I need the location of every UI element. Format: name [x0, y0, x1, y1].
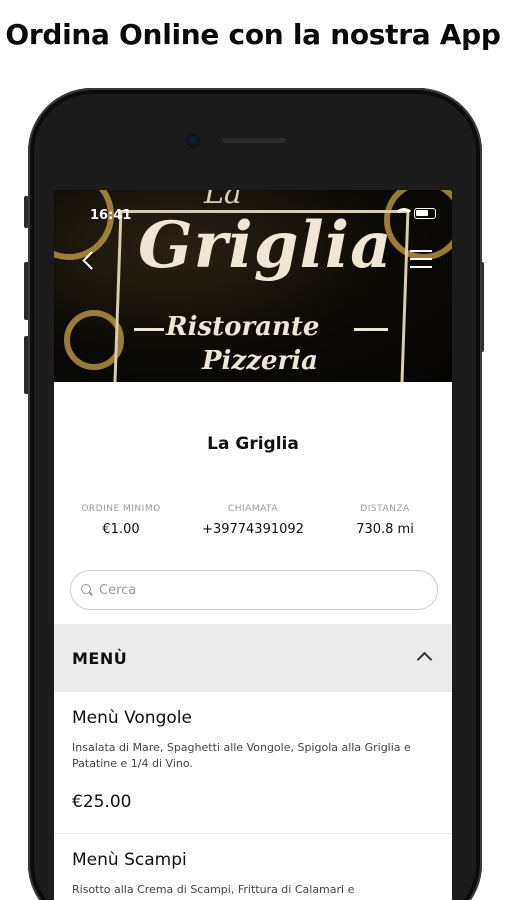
phone-number-link[interactable]: +39774391092: [188, 522, 318, 537]
search-input[interactable]: [99, 582, 419, 598]
menu-item[interactable]: Menù Vongole Insalata di Mare, Spaghetti…: [54, 692, 452, 834]
menu-item-name: Menù Scampi: [72, 850, 187, 870]
search-icon: [81, 584, 93, 596]
restaurant-banner: La Griglia Ristorante Pizzeria 16:41: [54, 190, 452, 382]
back-button[interactable]: [78, 246, 101, 274]
stat-distance: DISTANZA 730.8 mi: [320, 504, 450, 537]
menu-item-price: €25.00: [72, 792, 132, 812]
menu-item-description: Insalata di Mare, Spaghetti alle Vongole…: [72, 741, 411, 770]
search-box[interactable]: [70, 570, 438, 610]
logo-main-text: Griglia: [138, 208, 393, 283]
chevron-left-icon: [81, 250, 101, 270]
stat-label: DISTANZA: [360, 504, 410, 514]
logo-subtitle: Pizzeria: [202, 346, 318, 376]
front-camera-icon: [188, 136, 198, 146]
menu-item-name: Menù Vongole: [72, 708, 192, 728]
stat-minimum-order: ORDINE MINIMO €1.00: [56, 504, 186, 537]
stat-label: CHIAMATA: [227, 504, 279, 514]
logo-subtitle: Ristorante: [166, 312, 320, 342]
earpiece-speaker: [222, 138, 286, 143]
status-time: 16:41: [90, 208, 132, 223]
status-icons: [394, 208, 436, 219]
logo-divider: [134, 328, 164, 331]
menu-item-description: Risotto alla Crema di Scampi, Frittura d…: [72, 883, 355, 896]
stat-value: 730.8 mi: [356, 522, 414, 537]
stat-label: ORDINE MINIMO: [81, 504, 161, 514]
stat-value: €1.00: [102, 522, 140, 537]
app-screen: La Griglia Ristorante Pizzeria 16:41 La …: [54, 190, 452, 900]
wifi-icon: [394, 208, 414, 219]
logo-divider: [354, 328, 388, 331]
menu-item[interactable]: Menù Scampi Risotto alla Crema di Scampi…: [54, 834, 452, 900]
promo-headline: Ordina Online con la nostra App: [5, 18, 501, 51]
menu-section-title: MENÙ: [72, 648, 128, 668]
stat-call[interactable]: CHIAMATA +39774391092: [188, 504, 318, 537]
restaurant-info: La Griglia ORDINE MINIMO €1.00 CHIAMATA …: [54, 382, 452, 560]
chevron-up-icon[interactable]: [416, 651, 433, 668]
menu-section-header[interactable]: MENÙ: [54, 624, 452, 692]
search-section: [54, 560, 452, 624]
hamburger-menu-icon[interactable]: [410, 250, 432, 268]
battery-icon: [414, 208, 436, 219]
restaurant-name: La Griglia: [207, 434, 299, 454]
